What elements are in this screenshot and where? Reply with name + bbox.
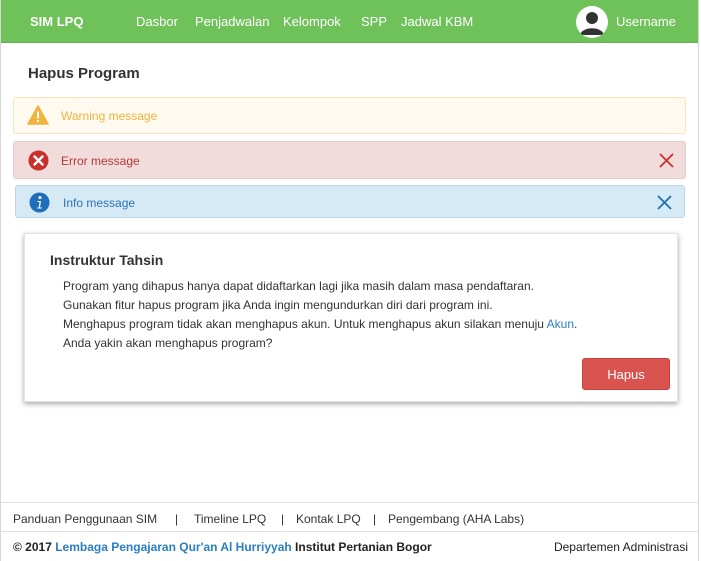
footer-separator: | — [175, 512, 179, 526]
copyright-suffix: Institut Pertanian Bogor — [291, 540, 432, 554]
user-avatar-icon[interactable] — [576, 6, 608, 38]
card-text-line-3-prefix: Menghapus program tidak akan menghapus a… — [63, 317, 547, 331]
copyright-text: © 2017 Lembaga Pengajaran Qur'an Al Hurr… — [13, 540, 432, 554]
card-text-line-1: Program yang dihapus hanya dapat didafta… — [63, 279, 534, 293]
error-icon — [28, 150, 49, 174]
info-close-icon[interactable] — [657, 195, 672, 213]
info-icon — [29, 192, 50, 216]
warning-icon — [27, 105, 49, 128]
nav-item-kelompok[interactable]: Kelompok — [283, 14, 341, 29]
copyright-prefix: © 2017 — [13, 540, 56, 554]
error-close-icon[interactable] — [659, 153, 674, 171]
nav-item-dasbor[interactable]: Dasbor — [136, 14, 178, 29]
brand-logo[interactable]: SIM LPQ — [30, 14, 83, 29]
alert-info: Info message — [15, 185, 685, 218]
alert-error: Error message — [13, 141, 686, 179]
nav-item-spp[interactable]: SPP — [361, 14, 387, 29]
footer-links: Panduan Penggunaan SIM | Timeline LPQ | … — [1, 502, 698, 531]
info-message: Info message — [63, 196, 136, 210]
card-text-line-2: Gunakan fitur hapus program jika Anda in… — [63, 298, 493, 312]
footer-link-pengembang[interactable]: Pengembang (AHA Labs) — [388, 512, 524, 526]
footer-link-kontak[interactable]: Kontak LPQ — [296, 512, 361, 526]
footer-separator: | — [373, 512, 377, 526]
hapus-button[interactable]: Hapus — [582, 358, 670, 390]
card-text-line-3: Menghapus program tidak akan menghapus a… — [63, 317, 577, 331]
footer-separator: | — [281, 512, 285, 526]
footer-copyright: © 2017 Lembaga Pengajaran Qur'an Al Hurr… — [1, 531, 698, 561]
nav-item-jadwal-kbm[interactable]: Jadwal KBM — [401, 14, 473, 29]
page-title: Hapus Program — [28, 65, 140, 82]
akun-link[interactable]: Akun — [547, 317, 574, 331]
card-text-line-4: Anda yakin akan menghapus program? — [63, 336, 273, 350]
card-text-line-3-suffix: . — [574, 317, 578, 331]
card-title: Instruktur Tahsin — [50, 252, 164, 268]
username-label[interactable]: Username — [616, 14, 676, 29]
footer-link-timeline[interactable]: Timeline LPQ — [194, 512, 266, 526]
alert-warning: Warning message — [13, 97, 686, 134]
footer-link-panduan[interactable]: Panduan Penggunaan SIM — [13, 512, 157, 526]
nav-item-penjadwalan[interactable]: Penjadwalan — [195, 14, 269, 29]
warning-message: Warning message — [61, 109, 158, 123]
error-message: Error message — [61, 154, 140, 168]
delete-program-card: Instruktur Tahsin Program yang dihapus h… — [24, 233, 678, 402]
navbar: SIM LPQ Dasbor Penjadwalan Kelompok SPP … — [1, 0, 698, 43]
app-frame: SIM LPQ Dasbor Penjadwalan Kelompok SPP … — [0, 0, 699, 561]
department-label: Departemen Administrasi — [553, 540, 688, 554]
lpq-link[interactable]: Lembaga Pengajaran Qur'an Al Hurriyyah — [55, 540, 291, 554]
